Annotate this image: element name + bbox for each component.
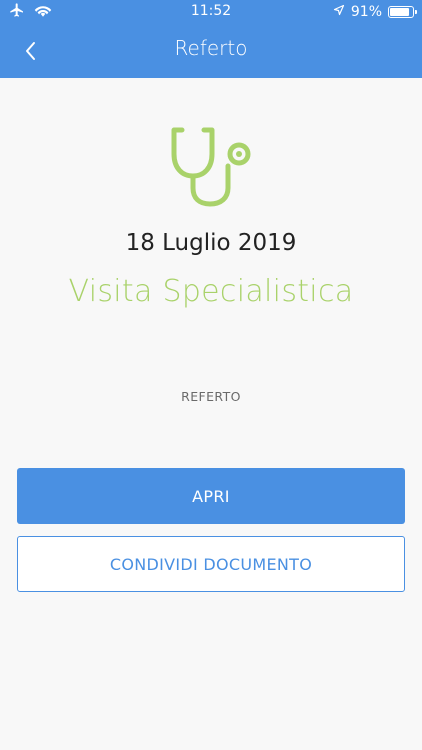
location-arrow-icon [333, 4, 345, 20]
battery-percent: 91% [350, 4, 382, 20]
page-title: Referto [174, 36, 248, 60]
visit-date: 18 Luglio 2019 [125, 230, 297, 256]
status-right: 91% [333, 3, 417, 21]
document-label: REFERTO [181, 389, 241, 404]
visit-type: Visita Specialistica [68, 274, 354, 309]
open-button[interactable]: APRI [17, 468, 405, 524]
battery-level [390, 8, 410, 16]
app-header: 11:52 91% Referto [0, 0, 422, 78]
status-bar: 11:52 91% [0, 0, 422, 24]
battery-icon [388, 6, 417, 18]
stethoscope-icon [168, 124, 254, 210]
share-document-button[interactable]: CONDIVIDI DOCUMENTO [17, 536, 405, 592]
